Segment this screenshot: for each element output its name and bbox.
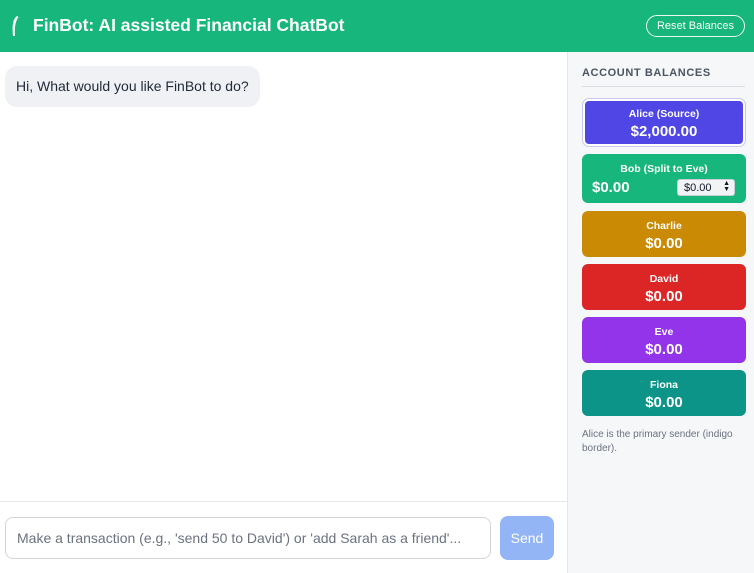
- reset-balances-button[interactable]: Reset Balances: [645, 15, 745, 37]
- app-title: FinBot: AI assisted Financial ChatBot: [33, 15, 345, 35]
- sidebar-note: Alice is the primary sender (indigo bord…: [582, 429, 733, 454]
- split-amount-value: $0.00: [684, 182, 712, 194]
- account-name: Charlie: [646, 220, 682, 232]
- sidebar-title: ACCOUNT BALANCES: [582, 67, 711, 79]
- account-balance: $0.00: [645, 341, 683, 358]
- account-sidebar: ACCOUNT BALANCES Alice (Source) $2,000.0…: [567, 52, 754, 573]
- chat-area: Hi, What would you like FinBot to do?: [0, 52, 567, 501]
- account-balance: $0.00: [645, 288, 683, 305]
- account-balance: $0.00: [645, 235, 683, 252]
- account-balance: $0.00: [592, 179, 630, 196]
- send-button[interactable]: Send: [500, 516, 554, 560]
- app-header: FinBot: AI assisted Financial ChatBot Re…: [0, 0, 754, 52]
- account-name: Alice (Source): [628, 108, 700, 120]
- account-card-david: David $0.00: [582, 264, 746, 310]
- feather-icon: [12, 16, 19, 36]
- composer: Send: [0, 501, 567, 573]
- account-card-eve: Eve $0.00: [582, 317, 746, 363]
- account-balance: $0.00: [645, 394, 683, 411]
- stepper-arrows-icon[interactable]: ▲ ▼: [723, 180, 730, 193]
- split-amount-stepper[interactable]: $0.00 ▲ ▼: [677, 179, 735, 196]
- account-card-charlie: Charlie $0.00: [582, 211, 746, 257]
- message-input[interactable]: [5, 517, 491, 559]
- bot-message: Hi, What would you like FinBot to do?: [5, 66, 260, 107]
- account-card-fiona: Fiona $0.00: [582, 370, 746, 416]
- account-name: Bob (Split to Eve): [620, 163, 708, 175]
- divider: [582, 86, 745, 87]
- account-card-alice: Alice (Source) $2,000.00: [583, 99, 745, 146]
- account-name: David: [649, 273, 679, 285]
- account-name: Eve: [654, 326, 674, 338]
- account-card-bob: Bob (Split to Eve) $0.00 $0.00 ▲ ▼: [582, 154, 746, 203]
- account-name: Fiona: [650, 379, 678, 391]
- account-balance: $2,000.00: [630, 123, 698, 140]
